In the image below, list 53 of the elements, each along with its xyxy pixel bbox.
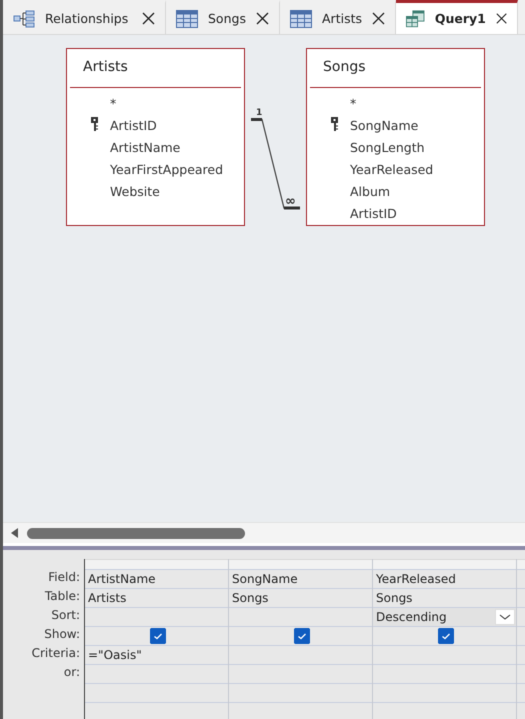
field-name[interactable]: Album xyxy=(350,184,390,198)
checkbox[interactable] xyxy=(150,628,166,644)
row-label: or: xyxy=(62,664,81,681)
scroll-left-icon[interactable] xyxy=(11,528,19,538)
checkbox[interactable] xyxy=(294,628,310,644)
scrollbar-thumb[interactable] xyxy=(27,528,245,538)
table-box[interactable]: Songs * SongName SongLength YearReleased Album ArtistID xyxy=(306,48,485,226)
grid-cell[interactable] xyxy=(229,627,372,646)
tab-label: Songs xyxy=(208,11,246,26)
field-name[interactable]: Website xyxy=(110,184,160,198)
one-label: 1 xyxy=(256,108,262,118)
query-icon xyxy=(406,8,425,28)
field-name[interactable]: ArtistID xyxy=(110,118,157,132)
field-name[interactable]: YearReleased xyxy=(350,162,434,176)
table-title: Songs xyxy=(322,58,367,77)
grid-cell[interactable] xyxy=(85,627,228,646)
grid-cell[interactable]: SongName xyxy=(229,570,372,589)
horizontal-scrollbar[interactable] xyxy=(3,522,525,543)
row-label: Criteria: xyxy=(30,645,81,662)
field-name[interactable]: ArtistID xyxy=(350,206,397,220)
row-label: Table: xyxy=(44,588,81,605)
relationships-icon xyxy=(13,10,35,28)
grid-cell[interactable] xyxy=(373,627,516,646)
checkbox[interactable] xyxy=(438,628,454,644)
close-icon[interactable] xyxy=(142,12,155,25)
grid-cell[interactable]: Artists xyxy=(85,589,228,608)
table-icon xyxy=(176,10,198,28)
grid-cell[interactable]: Songs xyxy=(229,589,372,608)
grid-cell[interactable]: ="Oasis" xyxy=(85,646,228,665)
close-icon[interactable] xyxy=(496,12,507,25)
row-label: Sort: xyxy=(50,607,81,624)
field-name[interactable]: * xyxy=(350,96,356,110)
dropdown-button[interactable] xyxy=(495,609,515,625)
tab-label: Relationships xyxy=(45,11,130,26)
tab-label: Query1 xyxy=(434,11,486,26)
field-name[interactable]: YearFirstAppeared xyxy=(110,162,224,176)
document-tab[interactable]: Query1 xyxy=(396,0,518,34)
field-name[interactable]: ArtistName xyxy=(110,140,180,154)
close-icon[interactable] xyxy=(372,12,385,25)
field-name[interactable]: * xyxy=(110,96,116,110)
row-label: Show: xyxy=(43,626,81,643)
table-title: Artists xyxy=(82,58,129,77)
tab-label: Artists xyxy=(322,11,362,26)
close-icon[interactable] xyxy=(256,12,269,25)
field-name[interactable]: SongName xyxy=(350,118,418,132)
table-icon xyxy=(290,10,312,28)
grid-cell[interactable]: ArtistName xyxy=(85,570,228,589)
sort-value: Descending xyxy=(376,610,447,624)
table-box[interactable]: Artists * ArtistID ArtistName YearFirstAppeared Website xyxy=(66,48,245,226)
grid-cell[interactable]: Descending xyxy=(373,608,516,627)
many-label: ∞ xyxy=(285,195,296,208)
field-name[interactable]: SongLength xyxy=(350,140,425,154)
row-label: Field: xyxy=(47,569,81,586)
